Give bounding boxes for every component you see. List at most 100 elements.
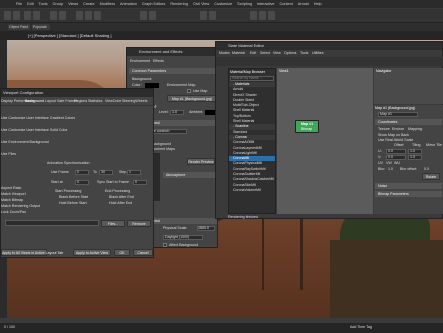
tab-steeringwheels[interactable]: SteeringWheels [122,99,147,103]
tab-statistics[interactable]: Statistics [88,99,102,103]
hold-after-end-option[interactable]: Hold After End [109,201,132,205]
menu-item-customize[interactable]: Customize [214,2,232,6]
align-icon[interactable] [209,11,216,20]
option-gradient-colors[interactable]: Use Customize User Interface Gradient Co… [1,116,75,120]
option-solid-color[interactable]: Use Customize User Interface Solid Color [1,128,68,132]
node-view[interactable]: View1 Map #1 Bitmap [277,68,373,214]
mirror-icon[interactable] [200,11,207,20]
rollout-atmosphere[interactable]: Atmosphere [163,172,217,178]
navigator-panel[interactable]: Navigator [374,68,443,104]
render-icon[interactable] [268,11,275,20]
menu-modes[interactable]: Modes [219,51,230,55]
add-time-tag[interactable]: Add Time Tag [350,325,372,329]
blur-value[interactable]: 1.0 [388,167,393,171]
rollout-coordinates[interactable]: Coordinates [375,119,442,125]
select-icon[interactable] [50,11,57,20]
blank-after-end-option[interactable]: Blank After End [109,195,134,199]
option-files[interactable]: Use Files [1,152,16,156]
menu-item-edit[interactable]: Edit [27,2,34,6]
menu-item-help[interactable]: Help [314,2,322,6]
apply-active-view-button[interactable]: Apply to Active View [73,249,111,256]
render-preview-button[interactable]: Render Preview [187,158,215,165]
ambient-swatch[interactable] [205,110,215,115]
menu-item-scripting[interactable]: Scripting [237,2,252,6]
tab-populate[interactable]: Populate [32,24,50,30]
menu-item-tools[interactable]: Tools [39,2,48,6]
option-environment-background[interactable]: Use Environment Background [1,140,49,144]
tab-object-paint[interactable]: Object Paint [8,24,30,30]
tab-layout[interactable]: Layout [45,99,56,103]
menu-view[interactable]: View [273,51,281,55]
menu-utilities[interactable]: Utilities [312,51,324,55]
material-editor-icon[interactable] [250,11,257,20]
browser-item[interactable]: CoronaVolumeMtl [229,188,275,193]
link-icon[interactable] [24,11,31,20]
menu-item-views[interactable]: Views [68,2,78,6]
rotate-icon[interactable] [85,11,92,20]
menu-item-animation[interactable]: Animation [120,2,137,6]
undo-icon[interactable] [4,11,11,20]
menu-item-civil-view[interactable]: Civil View [193,2,209,6]
use-map-checkbox[interactable] [187,89,191,93]
redo-icon[interactable] [13,11,20,20]
menu-item-rendering[interactable]: Rendering [170,2,188,6]
rollout-bitmap-parameters[interactable]: Bitmap Parameters [375,191,442,197]
map-node[interactable]: Map #1 Bitmap [295,120,319,133]
move-icon[interactable] [76,11,83,20]
select-by-name-icon[interactable] [59,11,66,20]
apply-all-views-button[interactable]: Apply to All Views in Active Layout Tab [1,249,63,256]
menu-item-graph-editors[interactable]: Graph Editors [142,2,165,6]
texture-option[interactable]: Texture [378,127,390,131]
rotate-button[interactable]: Rotate [422,173,440,180]
tab-viewcube[interactable]: ViewCube [105,99,121,103]
environment-map-button[interactable]: Map #1 (Background.jpg) [167,95,217,102]
blank-before-start-option[interactable]: Blank Before Start [59,195,88,199]
scale-icon[interactable] [94,11,101,20]
file-path-field[interactable] [5,220,99,226]
blur-offset-value[interactable]: 0.0 [424,167,429,171]
unlink-icon[interactable] [33,11,40,20]
menu-item-interactive[interactable]: Interactive [257,2,275,6]
menu-select[interactable]: Select [260,51,270,55]
match-rendering-option[interactable]: Match Rendering Output [1,204,40,208]
real-world-scale-option[interactable]: Use Real-World Scale [378,138,413,142]
menu-item-arnold[interactable]: Arnold [298,2,309,6]
tab-environment[interactable]: Environment [130,59,150,63]
rollout-noise[interactable]: Noise [375,183,442,189]
menu-edit[interactable]: Edit [250,51,256,55]
uv-option[interactable]: UV [378,161,383,165]
menu-item-create[interactable]: Create [83,2,94,6]
vw-option[interactable]: VW [386,161,392,165]
hold-before-start-option[interactable]: Hold Before Start [59,201,87,205]
timeline-track[interactable] [0,319,443,323]
render-setup-icon[interactable] [259,11,266,20]
tab-regions[interactable]: Regions [74,99,87,103]
tab-effects[interactable]: Effects [153,59,164,63]
menu-options[interactable]: Options [284,51,296,55]
show-map-back-option[interactable]: Show Map on Back [378,133,409,137]
lock-zoom-pan-option[interactable]: Lock Zoom/Pan [1,210,26,214]
tab-background[interactable]: Background [25,99,44,103]
browser-item[interactable]: CoronaShadowCatcherMtl [229,177,275,182]
view-tab[interactable]: View1 [279,69,289,73]
menu-item-modifiers[interactable]: Modifiers [100,2,115,6]
files-button[interactable]: Files... [101,220,125,227]
remove-button[interactable]: Remove [127,220,151,227]
menu-item-content[interactable]: Content [279,2,292,6]
affect-background-checkbox[interactable] [163,243,167,247]
menu-item-file[interactable]: File [16,2,22,6]
menu-material[interactable]: Material [232,51,245,55]
environ-option[interactable]: Environ [392,127,404,131]
match-bitmap-option[interactable]: Match Bitmap [1,198,23,202]
wu-option[interactable]: WU [394,161,400,165]
cancel-button[interactable]: Cancel [133,249,153,256]
angle-snap-icon[interactable] [149,11,156,20]
menu-tools[interactable]: Tools [300,51,308,55]
snap-icon[interactable] [140,11,147,20]
menu-item-group[interactable]: Group [53,2,64,6]
match-viewport-option[interactable]: Match Viewport [1,192,26,196]
viewport-label[interactable]: [+] [Perspective ] [Standard ] [Default … [28,33,112,38]
ok-button[interactable]: OK [114,249,130,256]
rollout-common-parameters[interactable]: Common Parameters [129,68,217,74]
frame-counter[interactable]: 0 / 100 [4,325,15,329]
